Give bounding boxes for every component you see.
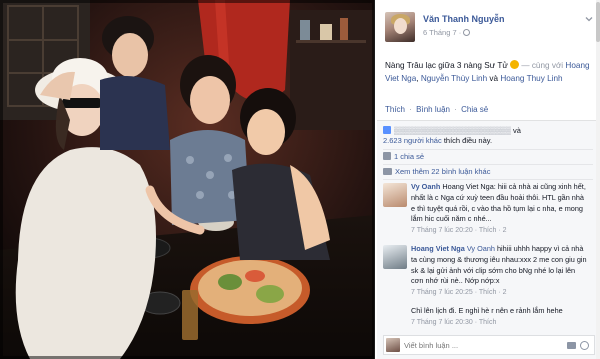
comment-avatar[interactable] (383, 245, 407, 269)
author-avatar[interactable] (385, 12, 415, 42)
tag-link-2[interactable]: Nguyễn Thùy Linh (421, 74, 487, 83)
more-comments-link[interactable]: Xem thêm 22 bình luận khác (395, 167, 490, 176)
comment-text: Chỉ lên lịch đi. E nghỉ hè r nên e rảnh … (411, 306, 563, 315)
comment-time[interactable]: 7 Tháng 7 lúc 20:20 · Thích · 2 (411, 227, 506, 234)
post-status: Nàng Trâu lạc giữa 3 nàng Sư Tử — cùng v… (385, 60, 590, 85)
comment-action[interactable]: Bình luận (416, 105, 450, 114)
status-text: Nàng Trâu lạc giữa 3 nàng Sư Tử (385, 61, 508, 70)
action-dot-2: · (454, 105, 457, 114)
camera-icon[interactable] (567, 342, 576, 349)
comment-time[interactable]: 7 Tháng 7 lúc 20:25 · Thích · 2 (411, 289, 506, 296)
post-header: Văn Thanh Nguyễn 6 Tháng 7 · (385, 12, 593, 46)
post-date[interactable]: 6 Tháng 7 · (423, 28, 471, 37)
action-dot-1: · (409, 105, 412, 114)
comment-input[interactable] (404, 339, 554, 352)
globe-icon (463, 29, 471, 36)
shares-count[interactable]: 1 chia sẻ (394, 152, 424, 161)
emoji-icon[interactable] (580, 341, 589, 350)
likes-names-placeholder: ▒▒▒▒▒▒▒▒▒▒▒▒▒▒▒▒▒▒▒▒▒▒ (394, 126, 513, 135)
divider (383, 149, 593, 150)
author-name[interactable]: Văn Thanh Nguyễn (423, 14, 505, 24)
smiley-emoji-icon (510, 60, 520, 69)
with-text: — cùng với (519, 61, 564, 70)
post-actions: Thích · Bình luận · Chia sẻ (385, 105, 488, 114)
comment-item: Vy Oanh Hoang Viet Nga: hiii cả nhà ai c… (411, 182, 587, 237)
divider (383, 164, 593, 165)
comments-area: ▒▒▒▒▒▒▒▒▒▒▒▒▒▒▒▒▒▒▒▒▒▒ và 2.623 người kh… (377, 120, 598, 359)
comment-time[interactable]: 7 Tháng 7 lúc 20:30 · Thích (411, 319, 496, 326)
like-thumb-icon (383, 126, 391, 134)
comment-item: Hoang Viet Nga Vy Oanh hihiii uhhh happy… (411, 244, 587, 299)
comment-item: Chỉ lên lịch đi. E nghỉ hè r nên e rảnh … (411, 306, 587, 329)
tag-link-3[interactable]: Hoang Thuy Linh (500, 74, 562, 83)
share-action[interactable]: Chia sẻ (461, 105, 488, 114)
like-action[interactable]: Thích (385, 105, 405, 114)
shares-row[interactable]: 1 chia sẻ (383, 152, 593, 162)
likes-summary: ▒▒▒▒▒▒▒▒▒▒▒▒▒▒▒▒▒▒▒▒▒▒ và 2.623 người kh… (383, 126, 593, 146)
comment-author[interactable]: Vy Oanh (411, 182, 440, 191)
divider (383, 179, 593, 180)
comment-bubble-icon (383, 168, 392, 175)
chevron-down-icon[interactable] (585, 15, 593, 23)
viewer-avatar (386, 338, 400, 352)
post-side-panel: Văn Thanh Nguyễn 6 Tháng 7 · Nàng Trâu l… (375, 0, 600, 359)
photo-frame (0, 0, 375, 359)
comment-author[interactable]: Hoang Viet Nga (411, 244, 465, 253)
panel-scrollbar[interactable] (596, 0, 600, 359)
comment-avatar[interactable] (383, 183, 407, 207)
scrollbar-thumb[interactable] (596, 2, 600, 42)
tag-and: và (487, 73, 501, 83)
post-date-text[interactable]: 6 Tháng 7 · (423, 28, 461, 37)
reply-box (383, 335, 595, 355)
likes-count-link[interactable]: 2.623 người khác (383, 136, 442, 145)
post-photo[interactable] (0, 0, 375, 359)
share-icon (383, 152, 391, 160)
likes-prefix: và (513, 126, 521, 135)
likes-suffix: thích điều này. (443, 136, 493, 145)
more-comments-row[interactable]: Xem thêm 22 bình luận khác (383, 167, 593, 177)
comment-mention[interactable]: Vy Oanh (467, 244, 495, 253)
